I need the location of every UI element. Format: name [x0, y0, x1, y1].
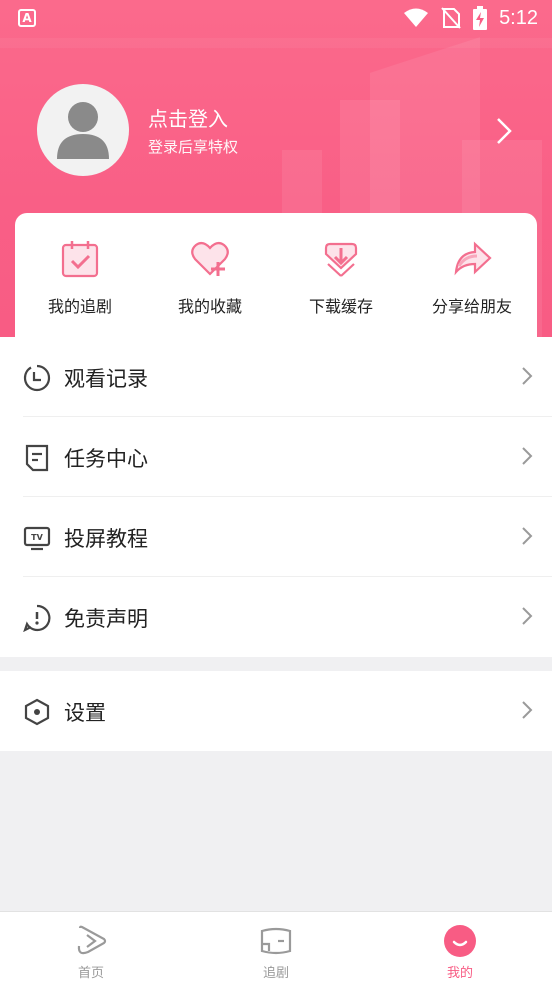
quick-action-label: 我的收藏 — [177, 297, 242, 316]
default-user-icon — [57, 102, 109, 159]
menu-item-settings[interactable]: 设置 — [0, 671, 552, 751]
avatar[interactable] — [37, 84, 129, 176]
bottom-nav: 首页 追剧 我的 — [0, 911, 552, 983]
tv-icon: TV — [23, 526, 51, 551]
quick-action-label: 分享给朋友 — [431, 297, 512, 316]
status-bar: A 5:12 — [0, 0, 552, 38]
settings-hexagon-icon — [24, 698, 50, 726]
quick-action-my-follow[interactable]: 我的追剧 — [15, 213, 145, 338]
quick-action-share[interactable]: 分享给朋友 — [407, 213, 537, 338]
calendar-check-icon — [61, 241, 99, 278]
battery-charging-icon — [473, 6, 488, 30]
task-doc-icon — [25, 444, 49, 472]
play-home-icon — [77, 925, 107, 955]
menu-item-watch-history[interactable]: 观看记录 — [0, 337, 552, 417]
header-band — [0, 38, 552, 48]
chevron-right-icon — [522, 447, 533, 465]
quick-action-download-cache[interactable]: 下载缓存 — [276, 213, 406, 338]
login-title[interactable]: 点击登入 — [148, 103, 228, 132]
clock-icon — [23, 364, 51, 392]
menu-item-label: 投屏教程 — [64, 527, 148, 551]
chevron-right-icon — [522, 367, 533, 385]
nav-tab-label: 首页 — [77, 966, 104, 981]
menu-item-label: 免责声明 — [64, 607, 148, 631]
clock-time: 5:12 — [499, 6, 538, 29]
menu-item-label: 观看记录 — [64, 367, 148, 391]
nav-tab-follow[interactable]: 追剧 — [216, 912, 336, 983]
menu-item-label: 任务中心 — [64, 447, 148, 471]
quick-action-label: 我的追剧 — [47, 297, 112, 316]
nav-tab-label: 追剧 — [262, 966, 289, 981]
menu-list: 观看记录 任务中心 TV 投屏教程 免责声明 — [0, 337, 552, 657]
quick-action-favorites[interactable]: 我的收藏 — [145, 213, 275, 338]
chevron-right-icon[interactable] — [494, 116, 514, 146]
quick-actions-card: 我的追剧 我的收藏 下载缓存 分享给朋友 — [15, 213, 537, 338]
login-subtitle: 登录后享特权 — [148, 138, 239, 156]
heart-plus-icon — [191, 241, 229, 276]
menu-item-cast-tutorial[interactable]: TV 投屏教程 — [0, 497, 552, 577]
quick-action-label: 下载缓存 — [308, 297, 373, 316]
menu-item-label: 设置 — [64, 701, 106, 725]
nav-tab-label: 我的 — [446, 966, 473, 981]
smile-profile-icon — [444, 925, 476, 957]
nav-tab-mine[interactable]: 我的 — [400, 912, 520, 983]
tv-follow-icon — [260, 927, 292, 955]
chevron-right-icon — [522, 607, 533, 625]
app-notification-icon: A — [18, 9, 36, 27]
nav-tab-home[interactable]: 首页 — [31, 912, 151, 983]
no-sim-icon — [441, 7, 461, 29]
share-arrow-icon — [454, 241, 492, 276]
chevron-right-icon — [522, 527, 533, 545]
chevron-right-icon — [522, 701, 533, 719]
wifi-icon — [404, 8, 429, 27]
menu-item-disclaimer[interactable]: 免责声明 — [0, 577, 552, 657]
status-indicators: 5:12 — [403, 6, 538, 30]
alert-bubble-icon — [23, 604, 51, 632]
download-box-icon — [324, 242, 358, 277]
settings-section: 设置 — [0, 671, 552, 751]
menu-item-task-center[interactable]: 任务中心 — [0, 417, 552, 497]
svg-text:TV: TV — [31, 533, 43, 542]
